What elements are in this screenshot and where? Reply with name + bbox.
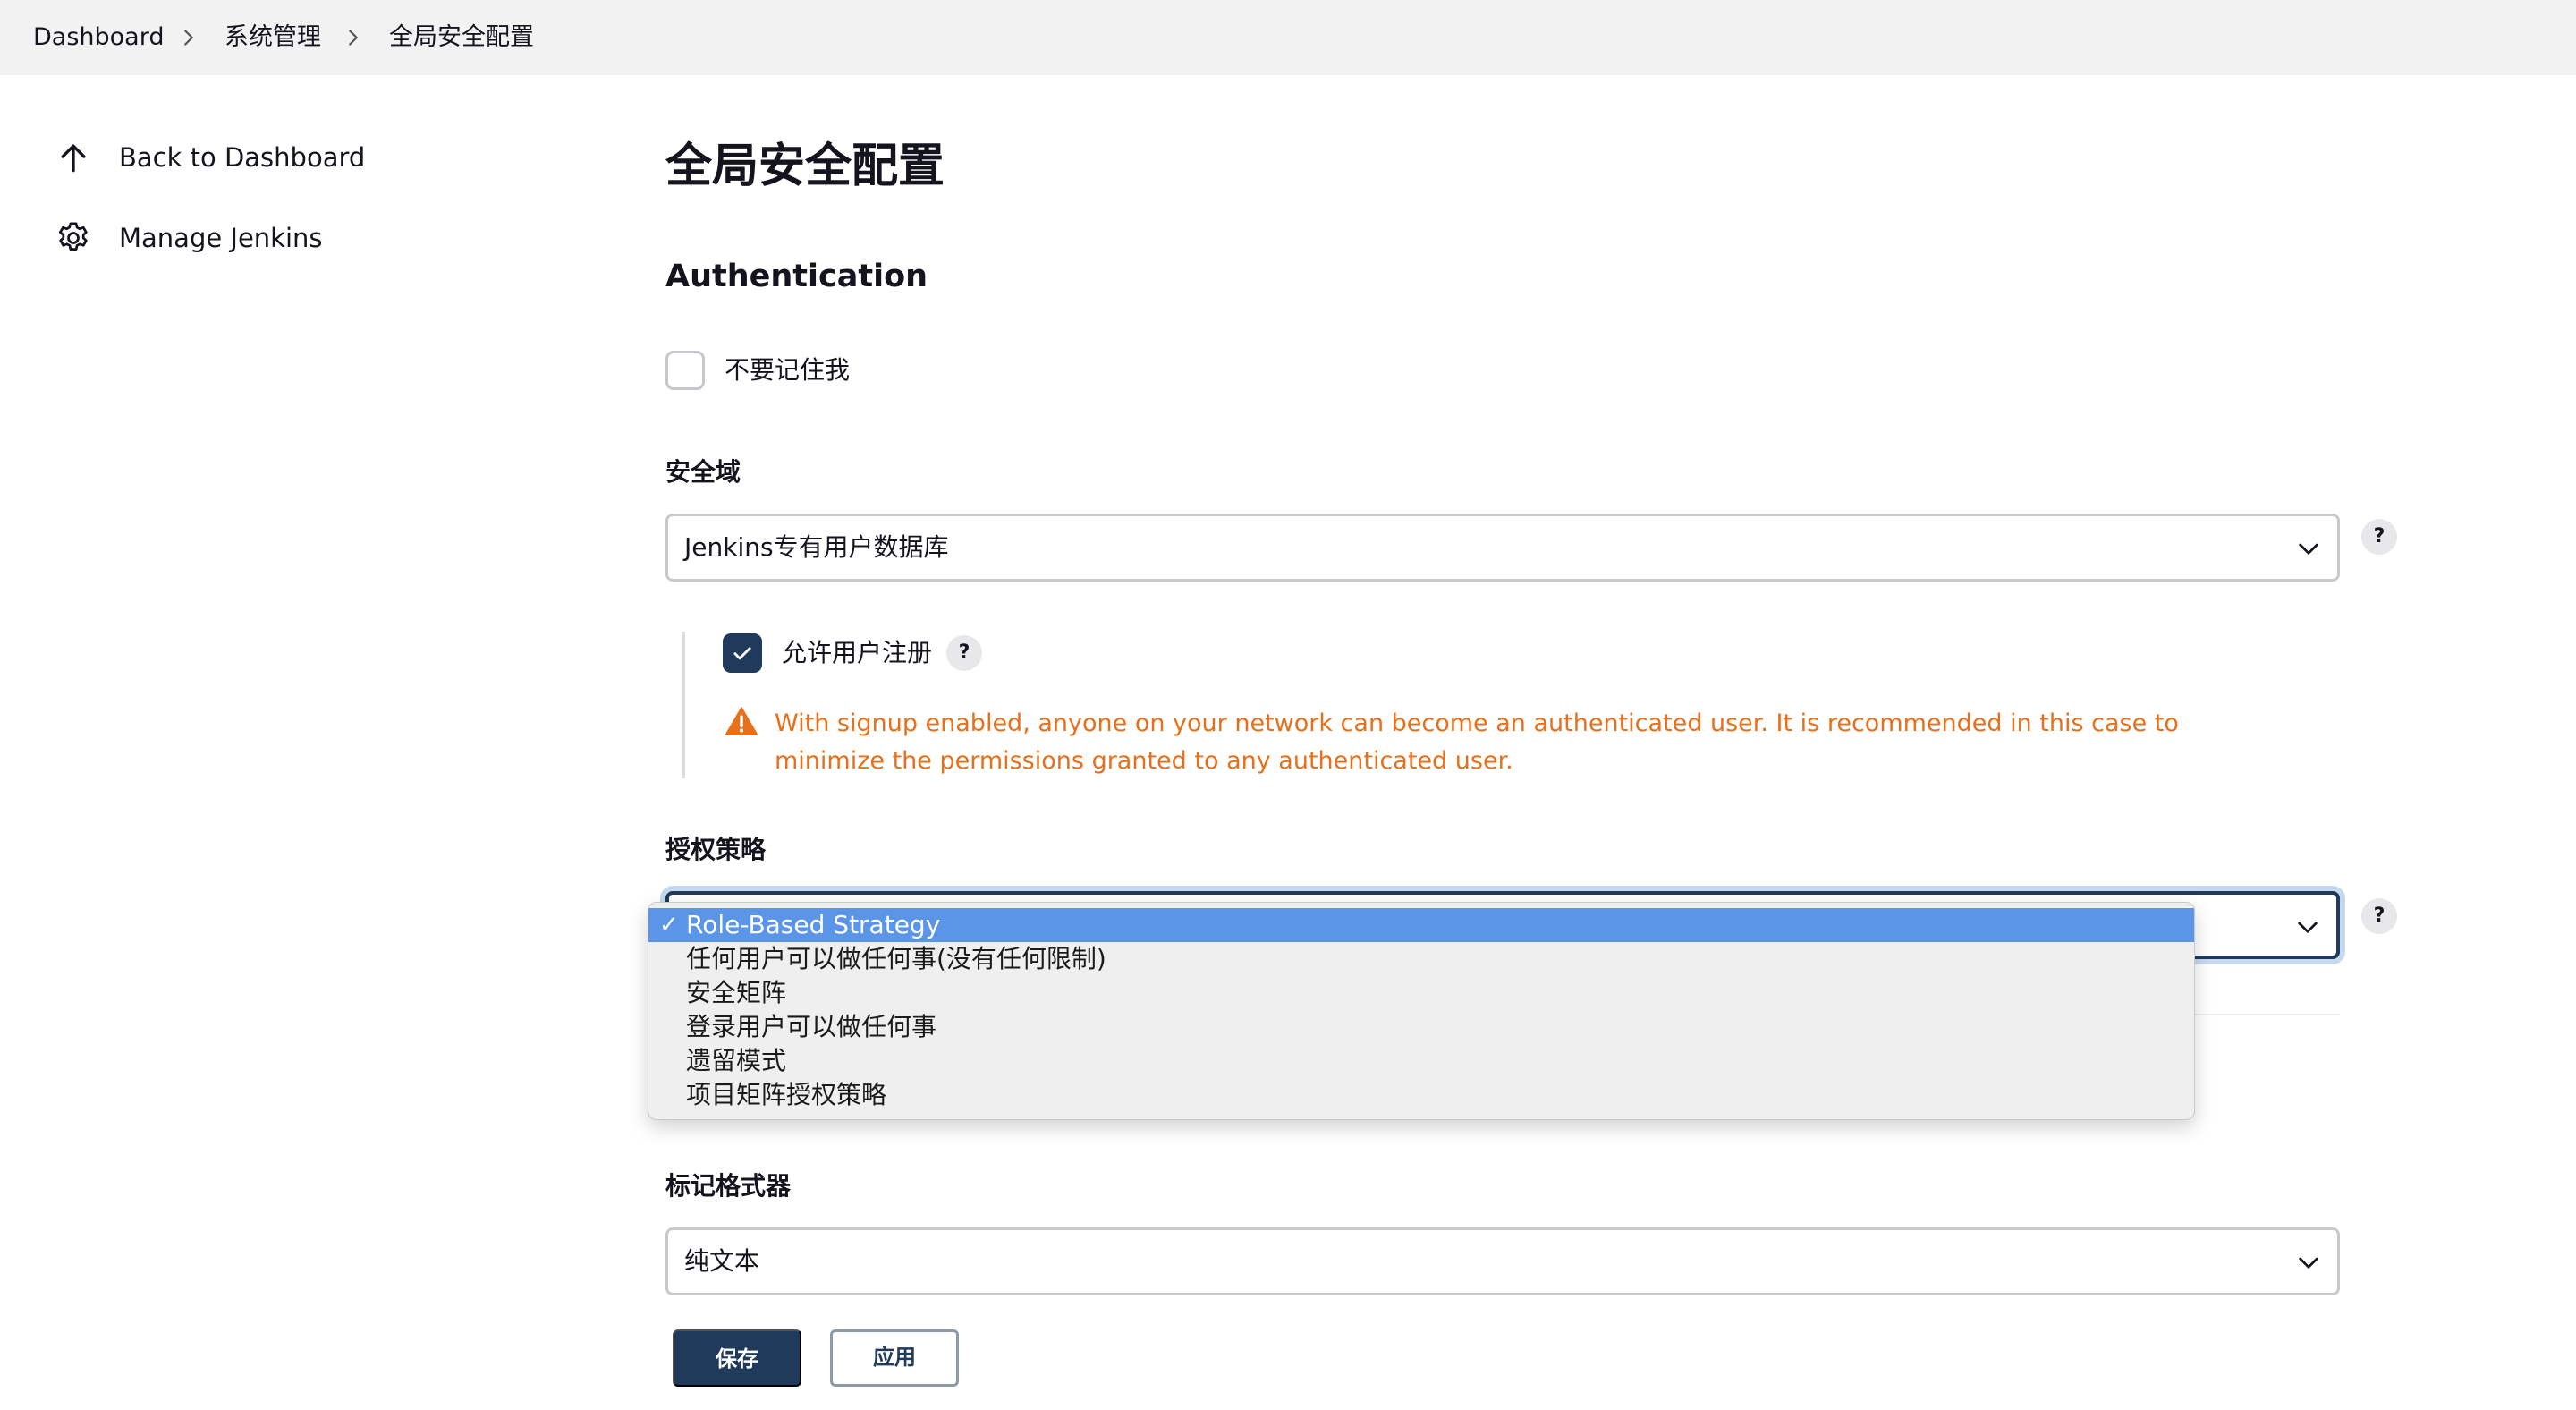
sidebar-item-label: Manage Jenkins (119, 223, 323, 253)
warning-icon (724, 705, 758, 737)
option-label: 安全矩阵 (686, 978, 787, 1007)
authorization-strategy-label: 授权策略 (665, 835, 767, 864)
signup-warning-text: With signup enabled, anyone on your netw… (775, 709, 2179, 775)
dropdown-option-role-based[interactable]: ✓ Role-Based Strategy (648, 908, 2194, 942)
sidebar-item-manage-jenkins[interactable]: Manage Jenkins (54, 213, 555, 263)
breadcrumb-dashboard[interactable]: Dashboard (33, 21, 164, 54)
chevron-down-icon (2293, 913, 2322, 941)
dropdown-option-anyone-anything[interactable]: 任何用户可以做任何事(没有任何限制) (648, 942, 2194, 976)
chevron-down-icon (2294, 534, 2323, 563)
gear-icon (54, 218, 93, 258)
apply-button[interactable]: 应用 (830, 1329, 959, 1387)
security-realm-label: 安全域 (665, 457, 741, 487)
check-icon (733, 647, 751, 660)
remember-me-checkbox[interactable] (665, 351, 705, 390)
dropdown-option-logged-in-anything[interactable]: 登录用户可以做任何事 (648, 1010, 2194, 1044)
allow-signup-label: 允许用户注册 (782, 638, 933, 667)
page-title: 全局安全配置 (665, 140, 945, 193)
section-title-authentication: Authentication (665, 259, 928, 294)
dropdown-option-legacy-mode[interactable]: 遗留模式 (648, 1044, 2194, 1078)
allow-signup-help-button[interactable]: ? (946, 635, 982, 671)
option-label: 登录用户可以做任何事 (686, 1012, 937, 1041)
save-button[interactable]: 保存 (673, 1329, 801, 1387)
arrow-up-icon (54, 138, 93, 177)
chevron-down-icon (2294, 1248, 2323, 1277)
option-label: 遗留模式 (686, 1046, 787, 1075)
dropdown-option-project-matrix[interactable]: 项目矩阵授权策略 (648, 1078, 2194, 1112)
allow-signup-checkbox[interactable] (723, 633, 762, 673)
option-label: Role-Based Strategy (686, 910, 941, 939)
markup-formatter-value: 纯文本 (684, 1246, 760, 1276)
markup-formatter-select[interactable]: 纯文本 (665, 1227, 2340, 1295)
security-realm-select[interactable]: Jenkins专有用户数据库 (665, 514, 2340, 582)
security-realm-help-button[interactable]: ? (2361, 519, 2397, 555)
option-label: 任何用户可以做任何事(没有任何限制) (686, 944, 1106, 973)
dropdown-option-security-matrix[interactable]: 安全矩阵 (648, 976, 2194, 1010)
breadcrumb: Dashboard 系统管理 全局安全配置 (0, 0, 2576, 75)
security-realm-value: Jenkins专有用户数据库 (684, 532, 949, 562)
remember-me-label: 不要记住我 (724, 355, 851, 385)
authorization-strategy-help-button[interactable]: ? (2361, 898, 2397, 934)
chevron-right-icon (340, 24, 367, 51)
markup-formatter-label: 标记格式器 (665, 1171, 792, 1201)
chevron-right-icon (175, 24, 202, 51)
breadcrumb-global-security[interactable]: 全局安全配置 (389, 21, 534, 54)
breadcrumb-system-management[interactable]: 系统管理 (225, 21, 321, 54)
authorization-strategy-dropdown[interactable]: ✓ Role-Based Strategy 任何用户可以做任何事(没有任何限制)… (648, 902, 2195, 1120)
sidebar-item-back-to-dashboard[interactable]: Back to Dashboard (54, 132, 555, 183)
sidebar-item-label: Back to Dashboard (119, 142, 366, 173)
nested-options-bar (682, 632, 685, 778)
option-label: 项目矩阵授权策略 (686, 1080, 887, 1109)
checkmark-icon: ✓ (659, 912, 679, 939)
